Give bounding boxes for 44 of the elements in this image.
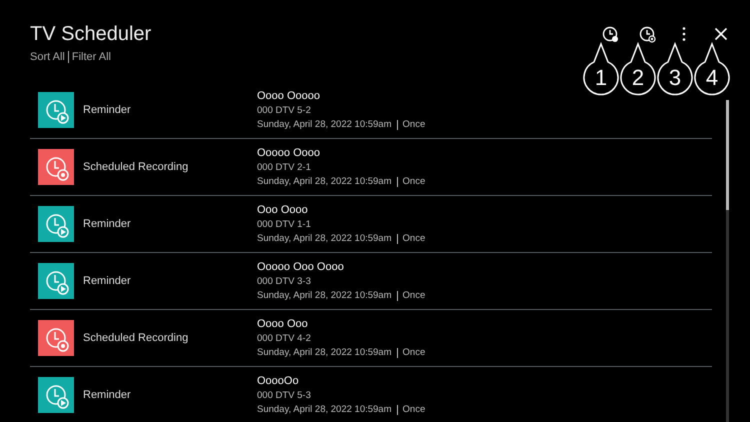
schedule-datetime: Sunday, April 28, 2022 10:59am (257, 232, 392, 246)
callout-marker (583, 43, 619, 96)
schedule-type: Reminder (83, 102, 132, 118)
schedule-type: Scheduled Recording (83, 160, 190, 175)
program-title: Oooo Ooooo (257, 88, 321, 104)
program-title: Ooo Oooo (257, 202, 309, 218)
schedule-datetime: Sunday, April 28, 2022 10:59am (257, 402, 392, 416)
repeat-label: Once (402, 232, 426, 246)
callout-marker (620, 43, 656, 96)
callout-number: 4 (706, 65, 718, 90)
schedule-type: Reminder (83, 274, 132, 289)
channel-number: 000 DTV 1-1 (257, 218, 312, 232)
schedule-type: Reminder (83, 216, 132, 232)
filter-link[interactable]: Filter All (72, 50, 111, 64)
repeat-label: Once (402, 118, 426, 132)
channel-number: 000 DTV 2-1 (257, 160, 312, 174)
repeat-label: Once (402, 402, 426, 416)
program-title: Ooooo Oooo (257, 146, 321, 160)
channel-number: 000 DTV 4-2 (257, 332, 312, 346)
schedule-datetime: Sunday, April 28, 2022 10:59am (257, 118, 392, 132)
callout-number: 1 (594, 65, 608, 90)
scrollbar-thumb[interactable] (726, 100, 729, 210)
page-title: TV Scheduler (30, 22, 152, 46)
channel-number: 000 DTV 3-3 (257, 274, 312, 288)
clock-icon[interactable] (600, 25, 618, 43)
program-title: OoooOo (257, 374, 300, 388)
channel-number: 000 DTV 5-2 (257, 104, 312, 118)
schedule-type: Reminder (83, 388, 132, 403)
schedule-datetime: Sunday, April 28, 2022 10:59am (257, 174, 392, 188)
schedule-datetime: Sunday, April 28, 2022 10:59am (257, 346, 392, 360)
callout-marker (657, 43, 693, 96)
channel-number: 000 DTV 5-3 (257, 388, 312, 402)
clock-icon[interactable] (638, 25, 656, 43)
sort-link[interactable]: Sort All (30, 50, 65, 64)
program-title: Ooooo Ooo Oooo (257, 260, 345, 274)
schedule-datetime: Sunday, April 28, 2022 10:59am (257, 288, 392, 302)
schedule-type: Scheduled Recording (83, 330, 190, 346)
repeat-label: Once (402, 288, 426, 302)
repeat-label: Once (402, 174, 426, 188)
program-title: Oooo Ooo (257, 316, 309, 332)
callout-number: 2 (632, 65, 644, 90)
callout-number: 3 (668, 65, 682, 90)
repeat-label: Once (402, 346, 426, 360)
callout-marker (694, 43, 730, 96)
